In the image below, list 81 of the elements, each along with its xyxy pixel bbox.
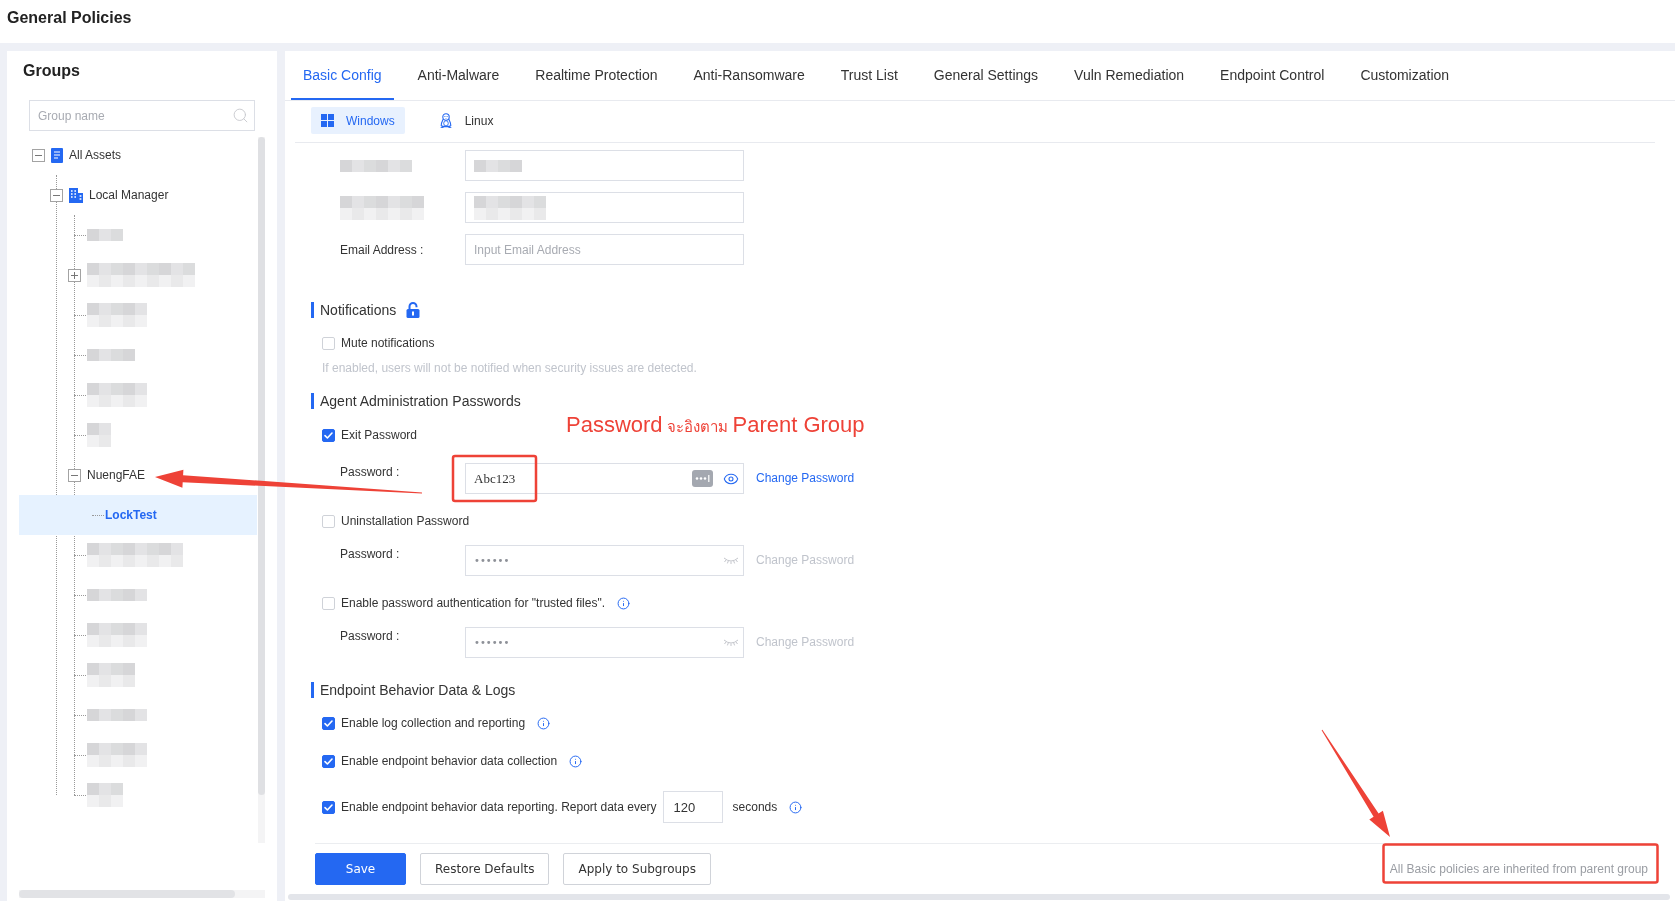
password-field[interactable]: Abc123 [465, 463, 744, 494]
platform-tab[interactable]: Linux [428, 107, 504, 134]
option-label[interactable]: Enable log collection and reporting [341, 715, 526, 731]
pixelated-block [87, 383, 147, 407]
save-button[interactable]: Save [315, 853, 406, 885]
pixelated-block [87, 663, 135, 687]
pixelated-block [87, 589, 147, 601]
info-icon[interactable] [789, 800, 803, 814]
secondary-button[interactable]: Restore Defaults [420, 853, 550, 885]
vertical-scrollbar[interactable] [258, 137, 265, 795]
pixelated-block [87, 709, 147, 721]
email-field[interactable]: Input Email Address [465, 234, 744, 265]
sidebar-title: Groups [23, 61, 81, 81]
section-title: Endpoint Behavior Data & Logs [311, 682, 516, 698]
field-label: Email Address : [340, 241, 424, 258]
option-label[interactable]: Exit Password [341, 427, 418, 443]
annotation-text: Password จะอิงตาม Parent Group [566, 411, 865, 439]
search-icon[interactable] [232, 107, 249, 124]
info-icon[interactable] [617, 596, 630, 610]
field-label: Password : [340, 464, 400, 480]
section-title: Notifications [311, 302, 397, 318]
search-field[interactable]: Group name [29, 100, 255, 131]
pixelated-block [87, 743, 147, 767]
option-label[interactable]: Uninstallation Password [341, 513, 470, 529]
option-label[interactable]: Mute notifications [341, 335, 435, 351]
text-field[interactable] [465, 192, 744, 223]
password-dots-icon[interactable] [692, 470, 713, 487]
pixelated-block [474, 195, 546, 220]
checkbox[interactable] [322, 754, 335, 768]
interval-field[interactable]: 120 [662, 791, 723, 823]
tab[interactable]: Vuln Remediation [1062, 51, 1197, 100]
platform-tab[interactable]: Windows [311, 107, 405, 134]
tree-item[interactable]: LockTest [19, 495, 257, 535]
hint-text: If enabled, users will not be notified when security issues are detected. [321, 360, 698, 376]
checkbox[interactable] [322, 428, 335, 442]
building-icon [69, 187, 83, 203]
secondary-button[interactable]: Apply to Subgroups [563, 853, 711, 885]
field-label: Password : [340, 546, 400, 562]
tab[interactable]: Trust List [828, 51, 910, 100]
info-icon[interactable] [537, 716, 551, 730]
pixelated-block [474, 159, 522, 172]
minus-box-icon[interactable] [50, 188, 63, 202]
pixelated-block [87, 623, 147, 647]
tab[interactable]: General Settings [921, 51, 1051, 100]
page-title: General Policies [7, 8, 133, 28]
unit-label: seconds [732, 799, 778, 815]
tab[interactable]: Anti-Malware [405, 51, 512, 100]
option-label[interactable]: Enable password authentication for "trusted files". [341, 595, 605, 611]
minus-box-icon[interactable] [68, 468, 81, 482]
tree-item[interactable]: NuengFAE [19, 455, 257, 495]
inheritance-note: All Basic policies are inherited from parent group [1389, 862, 1648, 876]
pixelated-block [87, 783, 123, 807]
horizontal-scrollbar[interactable] [288, 894, 1670, 900]
field-label: Password : [340, 628, 400, 644]
pixelated-block [87, 349, 135, 361]
document-icon [51, 147, 63, 163]
pixelated-block [87, 423, 111, 447]
option-label[interactable]: Enable endpoint behavior data reporting. Report data every [341, 799, 657, 815]
tab[interactable]: Endpoint Control [1208, 51, 1337, 100]
info-icon[interactable] [569, 754, 583, 768]
open-padlock-icon[interactable] [406, 302, 421, 318]
pixelated-block [87, 229, 123, 241]
change-password-link[interactable]: Change Password [756, 463, 855, 494]
penguin-icon [438, 112, 453, 129]
pixelated-block [340, 159, 412, 172]
checkbox[interactable] [322, 716, 335, 730]
horizontal-scrollbar[interactable] [19, 890, 235, 898]
tree-item[interactable]: All Assets [19, 135, 257, 175]
option-label[interactable]: Enable endpoint behavior data collection [341, 753, 558, 769]
tab[interactable]: Basic Config [291, 51, 394, 100]
plus-box-icon[interactable] [68, 268, 81, 282]
tree-item[interactable]: Local Manager [19, 175, 257, 215]
pixelated-block [87, 303, 147, 327]
text-field[interactable] [465, 150, 744, 181]
tab[interactable]: Customization [1348, 51, 1462, 100]
tab[interactable]: Anti-Ransomware [681, 51, 817, 100]
minus-box-icon[interactable] [32, 148, 45, 162]
tab[interactable]: Realtime Protection [523, 51, 670, 100]
section-title: Agent Administration Passwords [311, 393, 521, 409]
checkbox[interactable] [322, 800, 335, 814]
windows-logo-icon [321, 114, 334, 127]
